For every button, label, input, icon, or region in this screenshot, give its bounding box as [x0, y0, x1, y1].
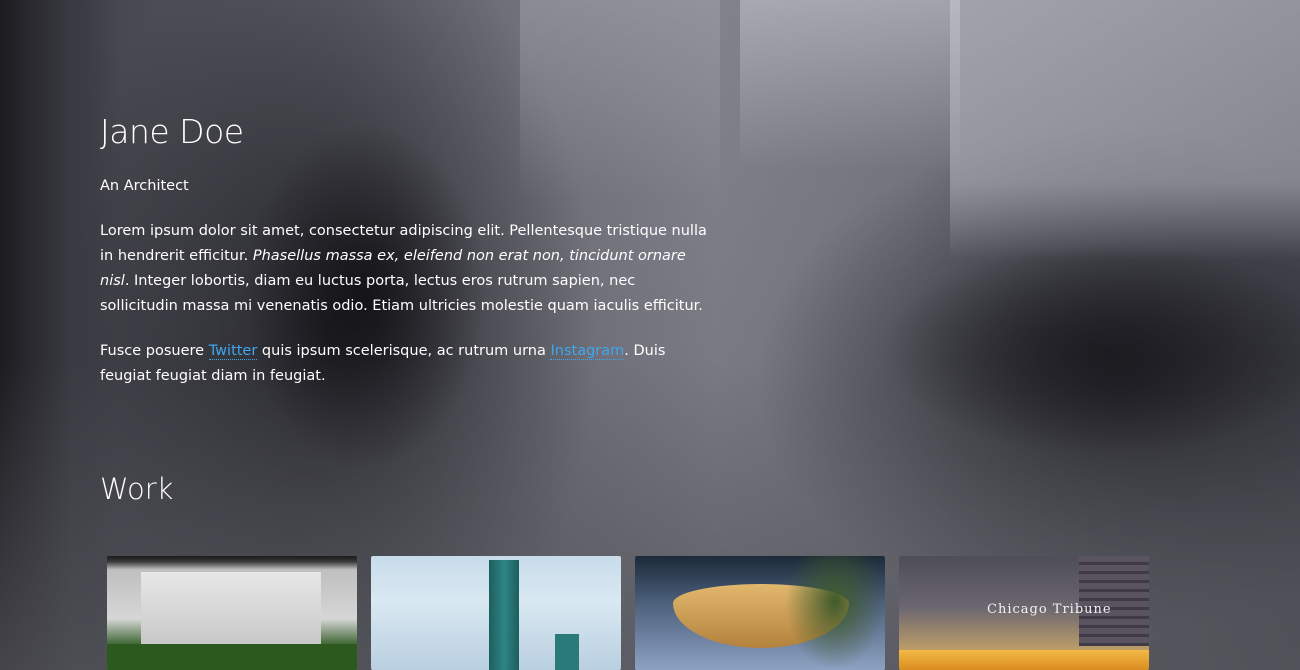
about-paragraph-2: Fusce posuere Twitter quis ipsum sceleri… [100, 339, 710, 389]
tree [785, 556, 885, 670]
profile-name: Jane Doe [100, 112, 244, 151]
about-text: quis ipsum scelerisque, ac rutrum urna [257, 343, 551, 359]
work-thumbnail-chicago-tribune[interactable]: Chicago Tribune [899, 556, 1149, 670]
work-thumbnail-apple-store-glass[interactable] [107, 556, 357, 670]
about-paragraph-1: Lorem ipsum dolor sit amet, consectetur … [100, 219, 710, 319]
work-thumbnail-taipei-tower[interactable] [371, 556, 621, 670]
instagram-link[interactable]: Instagram [550, 343, 625, 360]
twitter-link[interactable]: Twitter [208, 343, 258, 360]
building [555, 634, 579, 670]
building [1079, 556, 1149, 646]
tribune-sign: Chicago Tribune [987, 602, 1112, 617]
work-thumbnail-canopy-building[interactable] [635, 556, 885, 670]
background-parked-cars [820, 200, 1300, 500]
background-sky [740, 0, 960, 170]
background-building [520, 0, 720, 200]
profile-role: An Architect [100, 178, 189, 194]
tower-icon [489, 560, 519, 670]
work-gallery: Chicago Tribune [107, 556, 1149, 670]
work-heading: Work [100, 472, 174, 506]
about-text: Fusce posuere [100, 343, 209, 359]
storefront-glow [899, 650, 1149, 670]
hedge [107, 644, 357, 670]
background-person [200, 80, 530, 560]
about-text: . Integer lobortis, diam eu luctus porta… [100, 273, 703, 314]
